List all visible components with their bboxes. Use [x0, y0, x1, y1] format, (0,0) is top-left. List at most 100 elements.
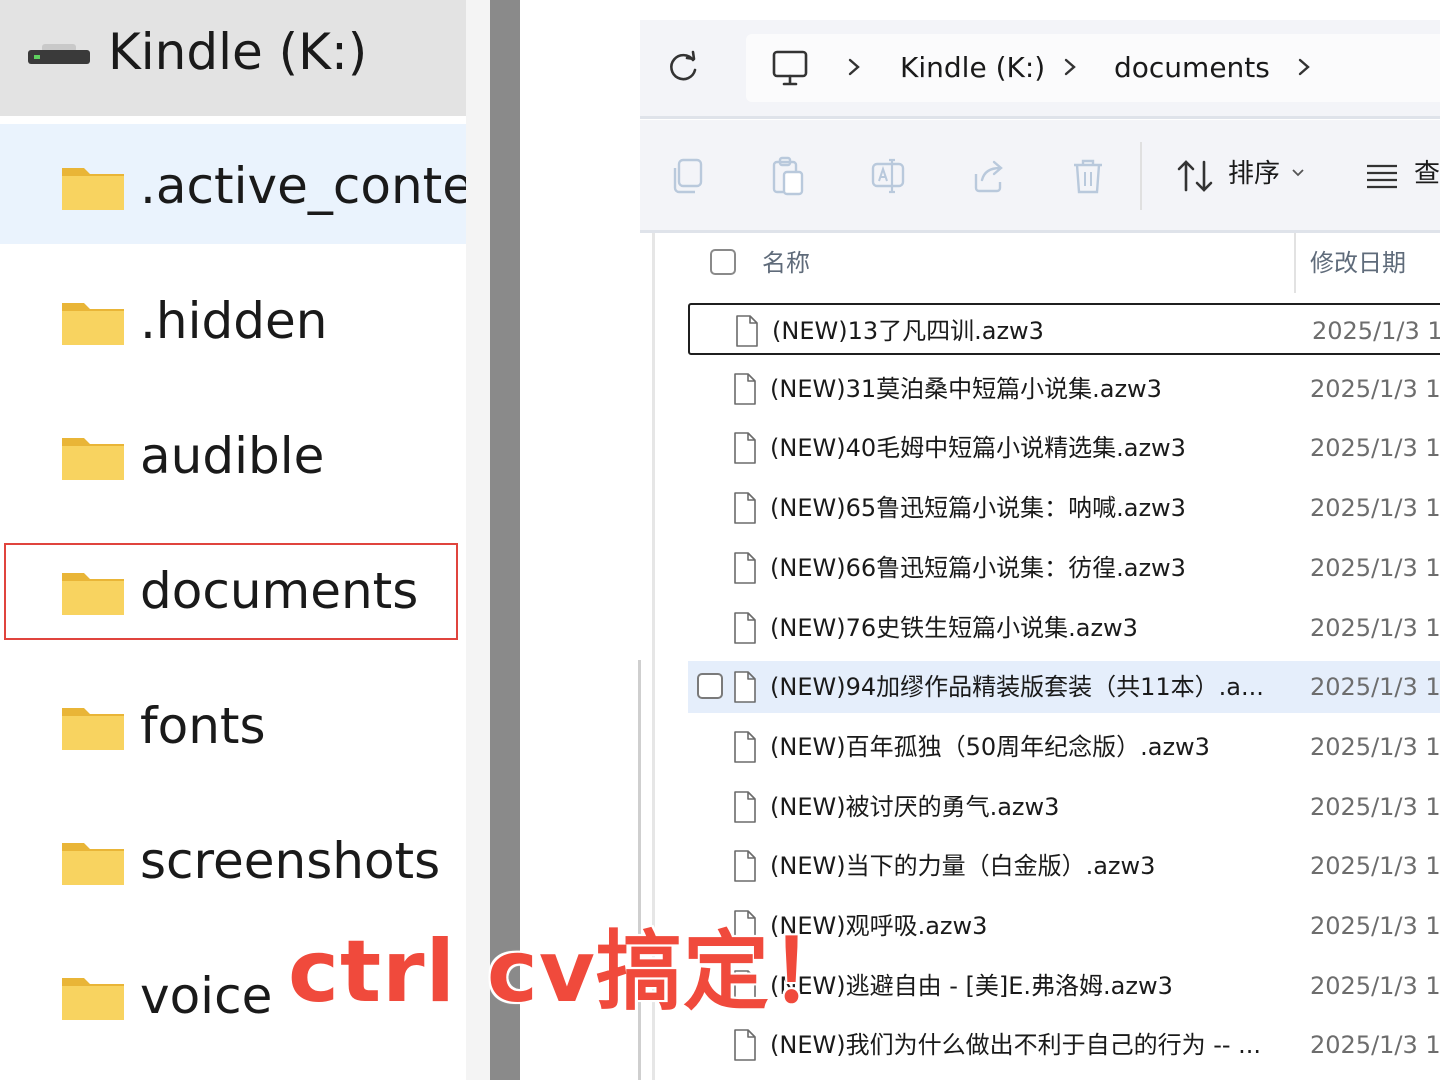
file-date: 2025/1/3 1 — [1310, 494, 1440, 522]
file-explorer-window: Kindle (K:) documents 排序 查 名称 修改日期 (NEW)… — [640, 0, 1440, 1080]
breadcrumb-kindle[interactable]: Kindle (K:) — [900, 46, 1045, 90]
sort-button[interactable]: 排序 — [1228, 154, 1280, 194]
share-icon[interactable] — [970, 156, 1006, 196]
chevron-right-icon[interactable] — [1294, 52, 1314, 82]
file-row[interactable]: (NEW)76史铁生短篇小说集.azw3 2025/1/3 1 — [688, 602, 1440, 654]
pane-divider — [466, 0, 490, 1080]
select-all-checkbox[interactable] — [710, 249, 736, 275]
sort-icon[interactable] — [1176, 158, 1214, 194]
file-icon — [734, 1029, 756, 1061]
column-header-date[interactable]: 修改日期 — [1310, 243, 1406, 283]
window-gap — [520, 0, 640, 1080]
file-icon — [734, 552, 756, 584]
column-header-name[interactable]: 名称 — [762, 243, 810, 283]
drive-icon — [28, 44, 90, 64]
file-date: 2025/1/3 1 — [1310, 554, 1440, 582]
nav-item-screenshots[interactable]: screenshots — [0, 799, 466, 919]
window-splitter[interactable] — [490, 0, 520, 1080]
folder-icon — [62, 438, 124, 480]
command-bar: 排序 查 — [640, 120, 1440, 233]
breadcrumb-documents[interactable]: documents — [1114, 46, 1270, 90]
file-row[interactable]: (NEW)我们为什么做出不利于自己的行为 -- ... 2025/1/3 1 — [688, 1019, 1440, 1071]
column-header: 名称 修改日期 — [640, 233, 1440, 293]
paste-icon[interactable] — [770, 156, 806, 196]
file-name: (NEW)94加缪作品精装版套装（共11本）.a... — [770, 673, 1264, 701]
file-icon — [734, 850, 756, 882]
view-button[interactable]: 查 — [1414, 154, 1440, 194]
documents-highlight-box — [4, 543, 458, 640]
computer-icon — [772, 50, 808, 86]
nav-item-label: .active_conter — [140, 157, 466, 215]
nav-item-label: voice — [140, 967, 273, 1025]
column-resize-handle[interactable] — [1294, 233, 1296, 293]
file-icon — [734, 373, 756, 405]
file-row[interactable]: (NEW)65鲁迅短篇小说集：呐喊.azw3 2025/1/3 1 — [688, 482, 1440, 534]
nav-item-hidden[interactable]: .hidden — [0, 259, 466, 379]
file-icon — [734, 671, 756, 703]
file-name: (NEW)13了凡四训.azw3 — [772, 317, 1044, 345]
file-row[interactable]: (NEW)31莫泊桑中短篇小说集.azw3 2025/1/3 1 — [688, 363, 1440, 415]
file-row[interactable]: (NEW)94加缪作品精装版套装（共11本）.a... 2025/1/3 1 — [688, 661, 1440, 713]
file-icon — [734, 492, 756, 524]
file-row[interactable]: (NEW)当下的力量（白金版）.azw3 2025/1/3 1 — [688, 840, 1440, 892]
file-date: 2025/1/3 1 — [1310, 375, 1440, 403]
folder-icon — [62, 168, 124, 210]
chevron-right-icon[interactable] — [844, 52, 864, 82]
toolbar-separator — [1140, 142, 1142, 210]
file-icon — [734, 791, 756, 823]
file-date: 2025/1/3 1 — [1310, 972, 1440, 1000]
address-bar-band: Kindle (K:) documents — [640, 20, 1440, 119]
nav-drive-label: Kindle (K:) — [108, 23, 368, 81]
chevron-right-icon[interactable] — [1060, 52, 1080, 82]
file-row[interactable]: (NEW)百年孤独（50周年纪念版）.azw3 2025/1/3 1 — [688, 721, 1440, 773]
file-date: 2025/1/3 1 — [1310, 852, 1440, 880]
file-name: (NEW)66鲁迅短篇小说集：彷徨.azw3 — [770, 554, 1186, 582]
nav-item-label: screenshots — [140, 832, 441, 890]
file-date: 2025/1/3 1 — [1310, 673, 1440, 701]
file-name: (NEW)百年孤独（50周年纪念版）.azw3 — [770, 733, 1210, 761]
folder-icon — [62, 303, 124, 345]
view-list-icon[interactable] — [1364, 160, 1400, 190]
file-icon — [736, 315, 758, 347]
file-date: 2025/1/3 1 — [1310, 434, 1440, 462]
chevron-down-icon[interactable] — [1290, 166, 1306, 180]
file-name: (NEW)40毛姆中短篇小说精选集.azw3 — [770, 434, 1186, 462]
file-date: 2025/1/3 1 — [1310, 793, 1440, 821]
file-icon — [734, 432, 756, 464]
nav-item-fonts[interactable]: fonts — [0, 664, 466, 784]
rename-icon[interactable] — [870, 156, 906, 196]
file-icon — [734, 731, 756, 763]
refresh-icon[interactable] — [666, 50, 700, 84]
file-date: 2025/1/3 1 — [1310, 1031, 1440, 1059]
file-row[interactable]: (NEW)被讨厌的勇气.azw3 2025/1/3 1 — [688, 781, 1440, 833]
nav-item-label: fonts — [140, 697, 266, 755]
file-name: (NEW)我们为什么做出不利于自己的行为 -- ... — [770, 1031, 1262, 1059]
file-row[interactable]: (NEW)40毛姆中短篇小说精选集.azw3 2025/1/3 1 — [688, 422, 1440, 474]
file-date: 2025/1/3 1 — [1312, 317, 1440, 345]
file-name: (NEW)当下的力量（白金版）.azw3 — [770, 852, 1156, 880]
file-name: (NEW)被讨厌的勇气.azw3 — [770, 793, 1060, 821]
folder-icon — [62, 978, 124, 1020]
nav-item-label: audible — [140, 427, 325, 485]
folder-icon — [62, 843, 124, 885]
file-name: (NEW)31莫泊桑中短篇小说集.azw3 — [770, 375, 1162, 403]
address-bar[interactable]: Kindle (K:) documents — [746, 34, 1440, 102]
delete-icon[interactable] — [1070, 156, 1106, 196]
nav-item-label: .hidden — [140, 292, 328, 350]
nav-item-active-content[interactable]: .active_conter — [0, 124, 466, 244]
file-date: 2025/1/3 1 — [1310, 614, 1440, 642]
file-icon — [734, 612, 756, 644]
file-name: (NEW)65鲁迅短篇小说集：呐喊.azw3 — [770, 494, 1186, 522]
nav-item-audible[interactable]: audible — [0, 394, 466, 514]
row-checkbox[interactable] — [697, 673, 723, 699]
nav-item-kindle-drive[interactable]: Kindle (K:) — [0, 0, 466, 116]
folder-icon — [62, 708, 124, 750]
file-row[interactable]: (NEW)13了凡四训.azw3 2025/1/3 1 — [688, 303, 1440, 355]
video-caption: ctrl cv搞定！ — [288, 922, 857, 1022]
file-row[interactable]: (NEW)66鲁迅短篇小说集：彷徨.azw3 2025/1/3 1 — [688, 542, 1440, 594]
copy-icon[interactable] — [670, 156, 706, 196]
navigation-pane: Kindle (K:) .active_conter .hidden audib… — [0, 0, 466, 1080]
file-name: (NEW)76史铁生短篇小说集.azw3 — [770, 614, 1138, 642]
file-date: 2025/1/3 1 — [1310, 733, 1440, 761]
file-date: 2025/1/3 1 — [1310, 912, 1440, 940]
